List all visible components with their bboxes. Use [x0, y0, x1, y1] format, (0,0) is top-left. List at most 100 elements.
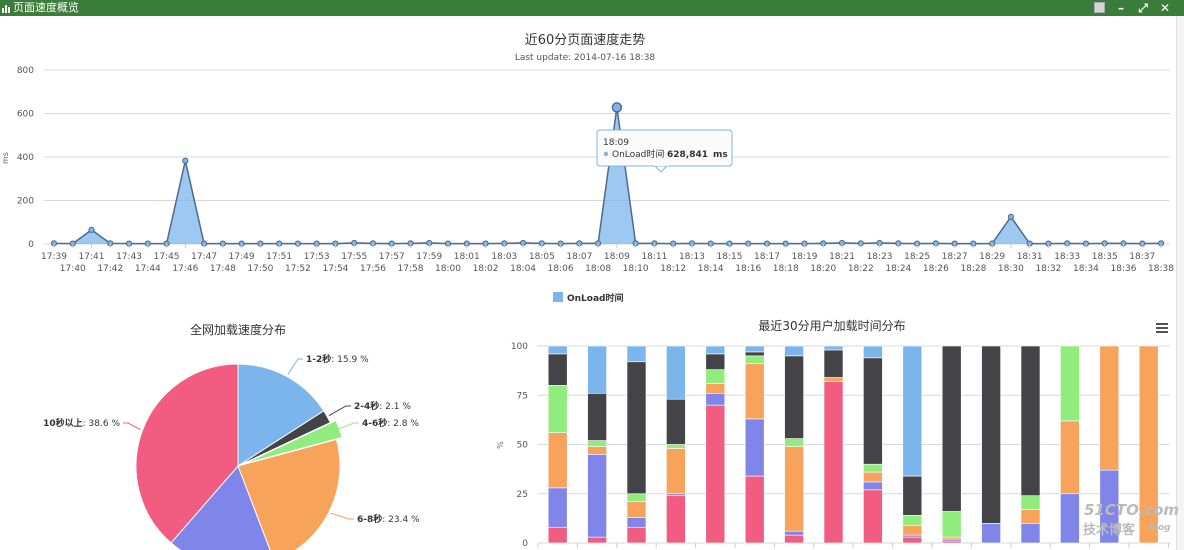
- x-tick-label: 18:35: [1092, 252, 1118, 262]
- stacked-bar-chart: 最近30分用户加载时间分布 % 0 25 50 75 100: [496, 318, 1170, 549]
- bar-segment: [863, 481, 883, 491]
- x-tick-label: 18:00: [435, 264, 461, 274]
- x-tick-label: 17:43: [116, 252, 142, 262]
- y-tick-label: 50: [517, 441, 529, 451]
- pie-label-value: 15.9: [337, 355, 357, 365]
- bar-segment: [784, 438, 804, 447]
- pie-label-value: 23.4: [388, 515, 408, 525]
- pie-label-unit: %: [357, 355, 369, 365]
- bar-segment: [823, 349, 844, 378]
- y-tick-label: 800: [17, 66, 34, 76]
- x-tick-label: 17:58: [398, 264, 424, 274]
- line-chart-x-axis: 17:39 17:40 17:41 17:42 17:43 17:44 17:45 17:46…: [41, 244, 1174, 274]
- bar-segment: [626, 493, 647, 502]
- bar-segment: [705, 369, 726, 384]
- bar-segment: [784, 530, 804, 536]
- x-tick-label: 18:14: [698, 264, 724, 274]
- x-tick-label: 17:49: [229, 252, 255, 262]
- bar-segment: [784, 446, 804, 532]
- x-tick-label: 17:54: [322, 264, 348, 274]
- pie-label-name: 2-4秒: [354, 400, 379, 412]
- expand-icon[interactable]: ⤢: [1135, 0, 1151, 16]
- x-tick-label: 18:03: [491, 252, 517, 262]
- color-swatch-button[interactable]: [1094, 2, 1105, 13]
- bar-segment: [863, 489, 883, 544]
- x-tick-label: 17:57: [379, 252, 405, 262]
- bar-segment: [784, 345, 804, 357]
- bar-segment: [1020, 522, 1041, 544]
- bar-segment: [587, 454, 607, 538]
- y-tick-label: 400: [17, 153, 34, 163]
- x-tick-label: 18:12: [660, 264, 686, 274]
- bar-segment: [823, 381, 844, 544]
- bar-segment: [863, 357, 883, 465]
- pie-label-unit: %: [109, 419, 121, 429]
- x-tick-label: 18:27: [942, 252, 968, 262]
- bar-segment: [547, 526, 568, 544]
- x-tick-label: 17:50: [247, 264, 273, 274]
- y-tick-label: 100: [511, 342, 528, 352]
- x-tick-label: 17:41: [79, 252, 105, 262]
- x-tick-label: 17:51: [266, 252, 292, 262]
- stacked-chart-title: 最近30分用户加载时间分布: [758, 318, 905, 333]
- bar-segment: [587, 446, 607, 455]
- bar-segment: [547, 353, 568, 386]
- bar-segment: [744, 355, 765, 365]
- pie-label-name: 10秒以上: [43, 417, 83, 429]
- x-tick-label: 18:38: [1148, 264, 1174, 274]
- y-tick-label: 200: [17, 197, 34, 207]
- x-tick-label: 18:28: [960, 264, 986, 274]
- x-tick-label: 17:46: [172, 264, 198, 274]
- pie-label-unit: %: [400, 402, 412, 412]
- bar-segment: [902, 345, 923, 477]
- bar-segment: [902, 475, 923, 516]
- y-tick-label: 75: [517, 391, 528, 401]
- close-icon[interactable]: ✕: [1157, 0, 1173, 16]
- bar-chart-icon: [2, 5, 10, 13]
- chart-menu-icon[interactable]: [1156, 323, 1168, 333]
- bar-segment: [666, 345, 686, 400]
- x-tick-label: 18:20: [810, 264, 836, 274]
- bar-segment: [587, 392, 607, 441]
- tooltip-value: 628,841: [667, 150, 708, 160]
- x-tick-label: 18:02: [473, 264, 499, 274]
- stacked-chart-ylabel: %: [496, 441, 505, 449]
- onload-trend-chart: 近60分页面速度走势 Last update: 2014-07-16 18:38…: [1, 32, 1174, 304]
- bar-segment: [1060, 493, 1080, 544]
- x-tick-label: 18:08: [585, 264, 611, 274]
- x-tick-label: 18:30: [998, 264, 1024, 274]
- window-title: 页面速度概览: [13, 1, 79, 14]
- x-tick-label: 18:37: [1129, 252, 1155, 262]
- bar-segment: [941, 511, 962, 538]
- x-tick-label: 17:39: [41, 252, 67, 262]
- pie-label-value: 38.6: [89, 419, 109, 429]
- bar-segment: [547, 487, 568, 528]
- x-tick-label: 18:31: [1017, 252, 1043, 262]
- line-chart-legend-item[interactable]: OnLoad时间: [553, 292, 624, 304]
- data-point: [611, 102, 623, 113]
- bar-segment: [626, 517, 647, 528]
- pie-label: 4-6秒: 2.8 %: [362, 417, 419, 429]
- bar-segment: [666, 448, 686, 495]
- pie-chart-title: 全网加载速度分布: [190, 322, 286, 337]
- bar-segment: [981, 345, 1001, 524]
- bar-segment: [587, 345, 607, 394]
- bar-segment: [705, 404, 726, 544]
- x-tick-label: 18:10: [623, 264, 649, 274]
- x-tick-label: 17:42: [97, 264, 123, 274]
- bar-segment: [705, 345, 726, 355]
- x-tick-label: 18:05: [529, 252, 555, 262]
- pie-label-value: 2.8: [393, 419, 408, 429]
- minimize-icon[interactable]: –: [1113, 0, 1129, 16]
- bar-segment: [666, 444, 686, 449]
- pie-connector: [330, 512, 354, 520]
- pie-label-name: 4-6秒: [362, 417, 387, 429]
- x-tick-label: 17:55: [341, 252, 367, 262]
- bar-segment: [705, 392, 726, 406]
- x-tick-label: 17:56: [360, 264, 386, 274]
- pie-label: 6-8秒: 23.4 %: [357, 513, 420, 525]
- data-point: [182, 157, 189, 164]
- bar-segment: [863, 345, 883, 359]
- x-tick-label: 17:48: [210, 264, 236, 274]
- scrollbar-track[interactable]: [1176, 16, 1184, 550]
